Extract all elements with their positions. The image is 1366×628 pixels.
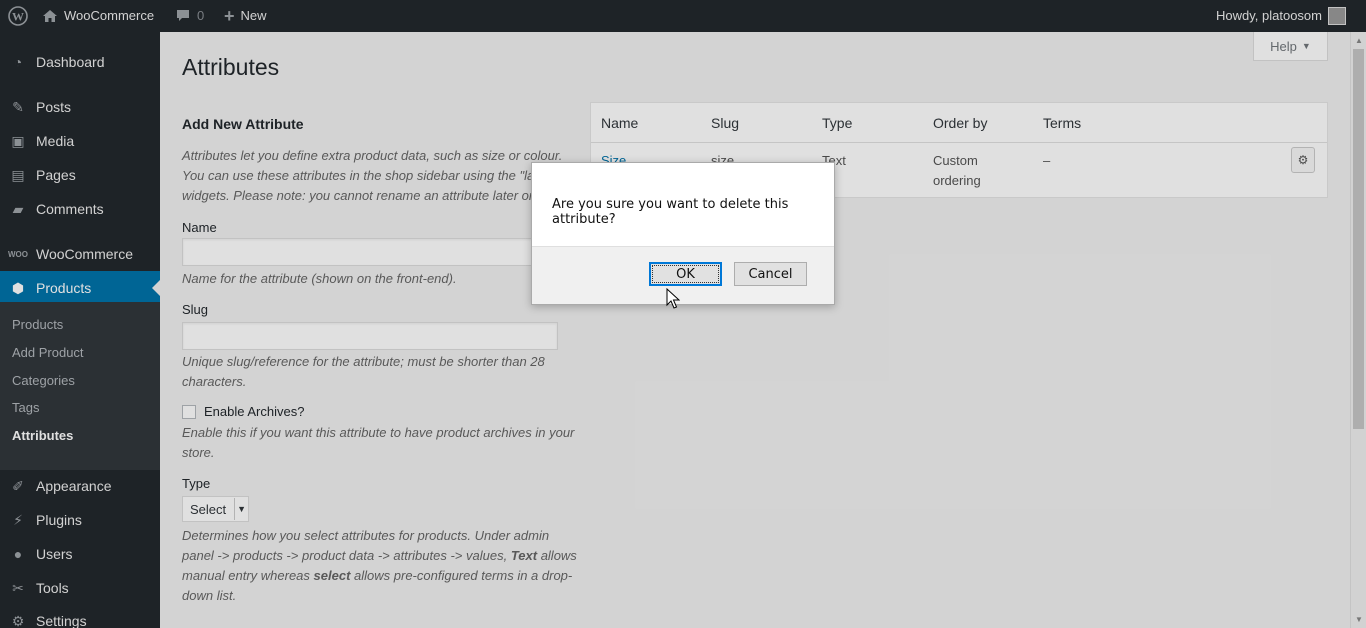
dialog-footer: OK Cancel xyxy=(532,246,834,304)
mouse-pointer-icon xyxy=(666,288,680,309)
dialog-message: Are you sure you want to delete this att… xyxy=(552,197,789,227)
ok-button[interactable]: OK xyxy=(649,262,722,286)
confirm-dialog: Are you sure you want to delete this att… xyxy=(531,162,835,305)
modal-overlay xyxy=(0,0,1366,628)
cancel-button[interactable]: Cancel xyxy=(734,262,807,286)
